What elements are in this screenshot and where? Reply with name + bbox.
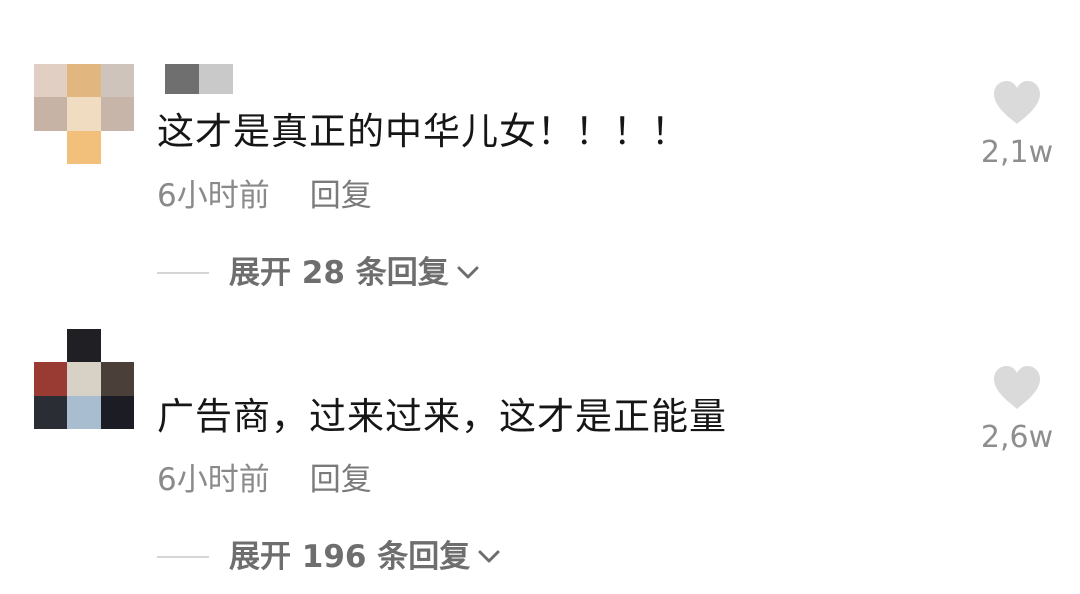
avatar-mosaic-pixel (67, 395, 101, 429)
reply-button[interactable]: 回复 (310, 178, 372, 214)
like-count: 2,1w (980, 135, 1054, 170)
avatar-mosaic-pixel (67, 329, 101, 363)
avatar-mosaic-pixel (67, 362, 101, 396)
avatar-mosaic-pixel (100, 395, 134, 429)
avatar-mosaic-pixel (34, 97, 68, 131)
comment-timestamp: 6小时前 (157, 178, 270, 214)
expand-replies-label: 展开 28 条回复 (229, 255, 449, 291)
avatar-mosaic-pixel (34, 395, 68, 429)
avatar[interactable] (34, 64, 134, 164)
username-blurred[interactable] (165, 64, 233, 94)
avatar-mosaic-pixel (100, 97, 134, 131)
expand-replies-button[interactable]: 展开 28 条回复 (157, 253, 483, 293)
avatar-mosaic-pixel (34, 130, 68, 164)
like-count: 2,6w (980, 420, 1054, 455)
avatar-mosaic-pixel (67, 130, 101, 164)
avatar-mosaic-pixel (34, 64, 68, 98)
avatar-mosaic-pixel (34, 362, 68, 396)
username-mosaic-pixel (165, 64, 199, 94)
divider-line (157, 272, 209, 274)
heart-icon (994, 366, 1040, 409)
avatar-mosaic-pixel (100, 64, 134, 98)
comment-list-screen: { "comments": [ { "text": "这才是真正的中华儿女！！！… (0, 0, 1080, 594)
comment-timestamp: 6小时前 (157, 462, 270, 498)
avatar-mosaic-pixel (67, 64, 101, 98)
heart-icon (994, 81, 1040, 124)
like-button[interactable]: 2,6w (975, 365, 1059, 455)
username-mosaic-pixel (199, 64, 233, 94)
comment-text: 广告商，过来过来，这才是正能量 (157, 395, 727, 438)
chevron-down-icon (457, 266, 479, 279)
expand-replies-button[interactable]: 展开 196 条回复 (157, 537, 504, 577)
avatar-mosaic-pixel (100, 130, 134, 164)
comment-text: 这才是真正的中华儿女！！！！ (157, 110, 689, 153)
like-button[interactable]: 2,1w (975, 80, 1059, 170)
avatar-mosaic-pixel (100, 362, 134, 396)
divider-line (157, 556, 209, 558)
avatar[interactable] (34, 329, 134, 429)
avatar-mosaic-pixel (67, 97, 101, 131)
comment-meta: 6小时前 回复 (157, 177, 372, 215)
avatar-mosaic-pixel (100, 329, 134, 363)
expand-replies-label: 展开 196 条回复 (229, 539, 471, 575)
reply-button[interactable]: 回复 (310, 462, 372, 498)
avatar-mosaic-pixel (34, 329, 68, 363)
comment-meta: 6小时前 回复 (157, 461, 372, 499)
chevron-down-icon (478, 550, 500, 563)
